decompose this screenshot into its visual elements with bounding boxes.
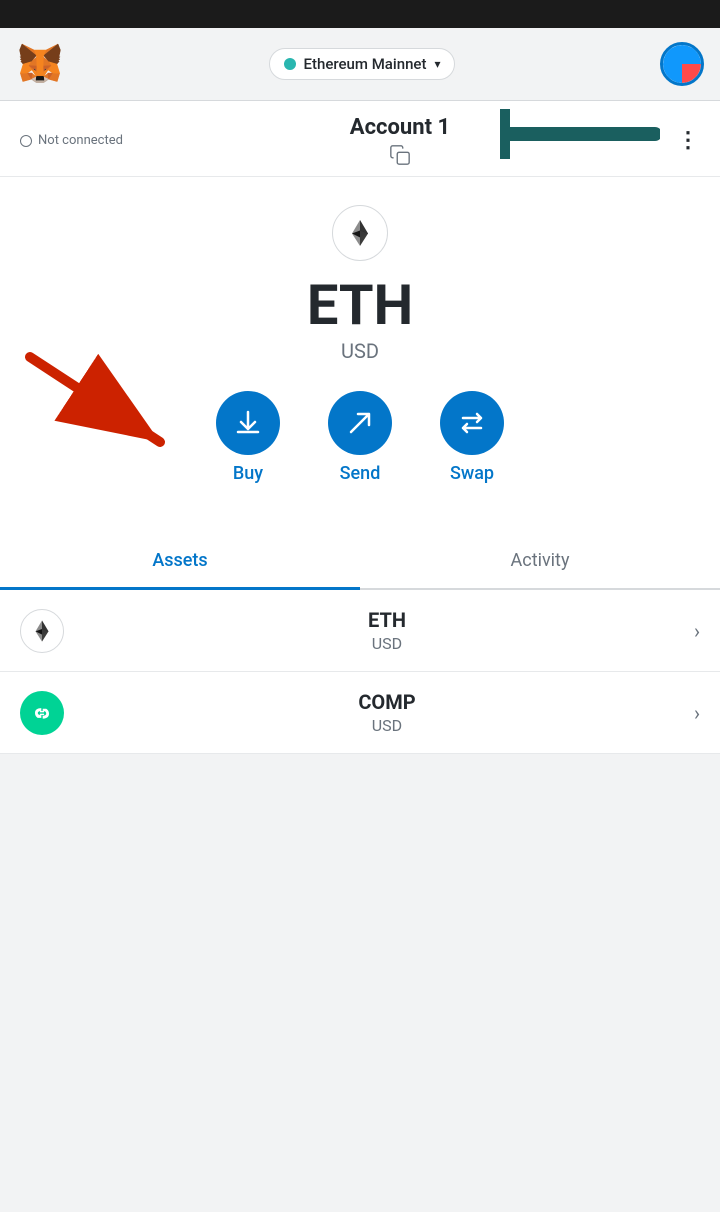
- buy-circle: [216, 391, 280, 455]
- comp-asset-icon: [20, 691, 64, 735]
- swap-circle: [440, 391, 504, 455]
- eth-usd: USD: [372, 634, 402, 653]
- connection-status: Not connected: [20, 133, 123, 148]
- eth-logo-circle: [332, 205, 388, 261]
- more-options-button[interactable]: ⋮: [677, 128, 700, 153]
- tabs-row: Assets Activity: [0, 534, 720, 590]
- eth-asset-icon: [20, 609, 64, 653]
- comp-usd: USD: [372, 716, 402, 735]
- avatar-icon: [663, 45, 701, 83]
- send-circle: [328, 391, 392, 455]
- ethereum-logo-icon: [344, 217, 376, 249]
- swap-label: Swap: [450, 463, 494, 484]
- comp-asset-info: COMP USD: [80, 690, 694, 735]
- tab-assets[interactable]: Assets: [0, 534, 360, 590]
- annotation-arrow-icon: [500, 109, 660, 159]
- eth-asset-info: ETH USD: [80, 608, 694, 653]
- network-status-dot: [284, 58, 296, 70]
- network-name: Ethereum Mainnet: [304, 55, 427, 73]
- eth-balance-section: ETH USD: [0, 177, 720, 524]
- action-buttons-row: Buy Send Swap: [20, 391, 700, 484]
- account-avatar[interactable]: [660, 42, 704, 86]
- asset-item-eth[interactable]: ETH USD ›: [0, 590, 720, 672]
- chevron-down-icon: ▾: [434, 57, 440, 71]
- buy-button[interactable]: Buy: [216, 391, 280, 484]
- comp-token-icon: [28, 699, 56, 727]
- network-selector[interactable]: Ethereum Mainnet ▾: [269, 48, 456, 80]
- comp-chevron-right-icon: ›: [694, 701, 700, 725]
- not-connected-label: Not connected: [38, 133, 123, 148]
- eth-chevron-right-icon: ›: [694, 619, 700, 643]
- account-name-label: Account 1: [350, 115, 450, 140]
- header: Ethereum Mainnet ▾: [0, 28, 720, 101]
- account-bar: Not connected Account 1 ⋮: [0, 101, 720, 177]
- arrow-annotation: [500, 109, 660, 159]
- buy-label: Buy: [233, 463, 263, 484]
- eth-symbol: ETH: [368, 608, 406, 632]
- tab-activity[interactable]: Activity: [360, 534, 720, 588]
- send-button[interactable]: Send: [328, 391, 392, 484]
- metamask-logo-icon: [16, 40, 64, 88]
- send-icon: [345, 408, 375, 438]
- send-label: Send: [340, 463, 381, 484]
- download-icon: [233, 408, 263, 438]
- copy-address-button[interactable]: [389, 144, 411, 166]
- eth-amount-label: ETH: [307, 277, 413, 333]
- asset-item-comp[interactable]: COMP USD ›: [0, 672, 720, 754]
- swap-button[interactable]: Swap: [440, 391, 504, 484]
- swap-icon: [457, 408, 487, 438]
- top-bar: [0, 0, 720, 28]
- not-connected-indicator: [20, 135, 32, 147]
- main-content: ETH USD: [0, 177, 720, 754]
- comp-symbol: COMP: [358, 690, 415, 714]
- asset-list: ETH USD › COMP USD ›: [0, 590, 720, 754]
- usd-label: USD: [341, 339, 379, 363]
- eth-token-icon: [29, 618, 55, 644]
